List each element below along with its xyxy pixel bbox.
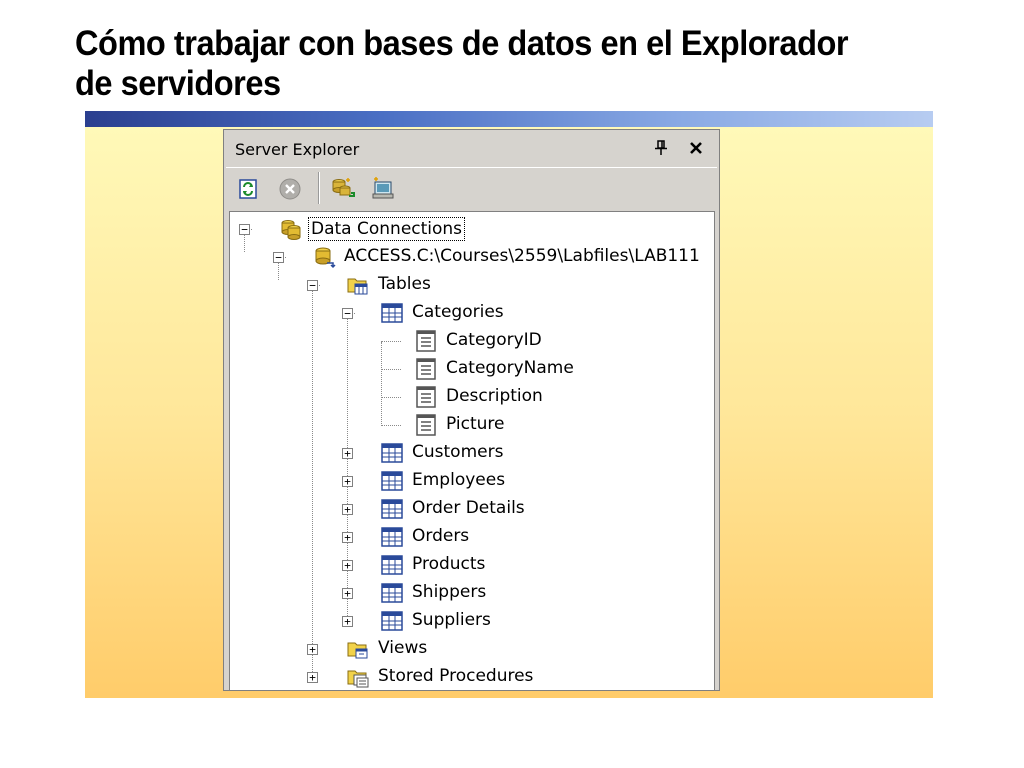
tree-node-table[interactable]: + Orders xyxy=(230,524,710,550)
collapse-icon[interactable]: − xyxy=(273,252,284,263)
tree-node-label: Products xyxy=(412,554,486,574)
column-icon xyxy=(416,386,436,408)
pin-icon[interactable] xyxy=(650,137,672,159)
tree-node-label: CategoryID xyxy=(446,330,542,350)
expand-icon[interactable]: + xyxy=(342,532,353,543)
table-icon xyxy=(381,499,403,519)
toolbar xyxy=(226,167,717,207)
expand-icon[interactable]: + xyxy=(342,588,353,599)
tree-node-table[interactable]: + Employees xyxy=(230,468,710,494)
table-icon xyxy=(381,471,403,491)
tree-node-label: CategoryName xyxy=(446,358,574,378)
tree-node-label: ACCESS.C:\Courses\2559\Labfiles\LAB111 xyxy=(344,246,700,266)
tree-node-label: Orders xyxy=(412,526,470,546)
column-icon xyxy=(416,358,436,380)
slide-title-line-1: Cómo trabajar con bases de datos en el E… xyxy=(75,24,849,63)
expand-icon[interactable]: + xyxy=(342,616,353,627)
tree-node-column[interactable]: Picture xyxy=(230,412,710,438)
tree-node-data-connections[interactable]: − Data Connections xyxy=(230,216,710,242)
expand-icon[interactable]: + xyxy=(307,644,318,655)
table-icon xyxy=(381,303,403,323)
tree-node-label: Shippers xyxy=(412,582,487,602)
tree-node-label: Customers xyxy=(412,442,504,462)
tree-node-column[interactable]: Description xyxy=(230,384,710,410)
tree-node-table[interactable]: + Customers xyxy=(230,440,710,466)
collapse-icon[interactable]: − xyxy=(342,308,353,319)
expand-icon[interactable]: + xyxy=(307,672,318,683)
tree-node-label: Stored Procedures xyxy=(378,666,534,686)
tree-node-table[interactable]: + Shippers xyxy=(230,580,710,606)
connect-to-database-icon[interactable] xyxy=(329,175,357,203)
refresh-icon[interactable] xyxy=(234,175,262,203)
tree-node-label: Employees xyxy=(412,470,506,490)
table-icon xyxy=(381,555,403,575)
stop-icon[interactable] xyxy=(276,175,304,203)
tree-node-table[interactable]: + Order Details xyxy=(230,496,710,522)
connect-to-server-icon[interactable] xyxy=(369,175,397,203)
table-icon xyxy=(381,527,403,547)
collapse-icon[interactable]: − xyxy=(239,224,250,235)
column-icon xyxy=(416,414,436,436)
tree-node-label: Views xyxy=(378,638,428,658)
tree-node-label: Data Connections xyxy=(308,217,466,241)
slide-title: Cómo trabajar con bases de datos en el E… xyxy=(75,24,912,104)
tree-node-label: Description xyxy=(446,386,543,406)
tree-node-views-folder[interactable]: + Views xyxy=(230,636,710,662)
slide-title-line-2: de servidores xyxy=(75,64,281,103)
panel-header: Server Explorer xyxy=(226,133,717,163)
tree-node-table-categories[interactable]: − Categories xyxy=(230,300,710,326)
server-explorer-tree: − Data Connections − ACCESS.C:\Courses\2… xyxy=(229,211,715,690)
expand-icon[interactable]: + xyxy=(342,560,353,571)
close-icon[interactable] xyxy=(685,137,707,159)
data-connections-icon xyxy=(281,220,301,240)
database-connection-icon xyxy=(315,247,336,269)
tree-node-tables-folder[interactable]: − Tables xyxy=(230,272,710,298)
tree-node-label: Tables xyxy=(378,274,431,294)
tree-node-label: Order Details xyxy=(412,498,525,518)
tables-folder-icon xyxy=(347,278,368,295)
views-folder-icon xyxy=(347,642,368,659)
tree-node-column[interactable]: CategoryName xyxy=(230,356,710,382)
expand-icon[interactable]: + xyxy=(342,476,353,487)
decorative-gradient-bar xyxy=(85,111,933,127)
tree-node-label: Suppliers xyxy=(412,610,491,630)
table-icon xyxy=(381,443,403,463)
tree-node-label: Categories xyxy=(412,302,504,322)
server-explorer-panel: Server Explorer − Data Connections − ACC… xyxy=(223,129,720,691)
expand-icon[interactable]: + xyxy=(342,448,353,459)
tree-node-label: Picture xyxy=(446,414,505,434)
table-icon xyxy=(381,611,403,631)
stored-procedures-folder-icon xyxy=(347,670,369,688)
toolbar-separator xyxy=(318,172,320,204)
tree-node-table[interactable]: + Suppliers xyxy=(230,608,710,634)
tree-node-connection[interactable]: − ACCESS.C:\Courses\2559\Labfiles\LAB111 xyxy=(230,244,714,270)
tree-node-stored-procedures-folder[interactable]: + Stored Procedures xyxy=(230,664,710,690)
collapse-icon[interactable]: − xyxy=(307,280,318,291)
tree-node-column[interactable]: CategoryID xyxy=(230,328,710,354)
expand-icon[interactable]: + xyxy=(342,504,353,515)
panel-title: Server Explorer xyxy=(235,140,360,159)
tree-node-table[interactable]: + Products xyxy=(230,552,710,578)
table-icon xyxy=(381,583,403,603)
column-icon xyxy=(416,330,436,352)
